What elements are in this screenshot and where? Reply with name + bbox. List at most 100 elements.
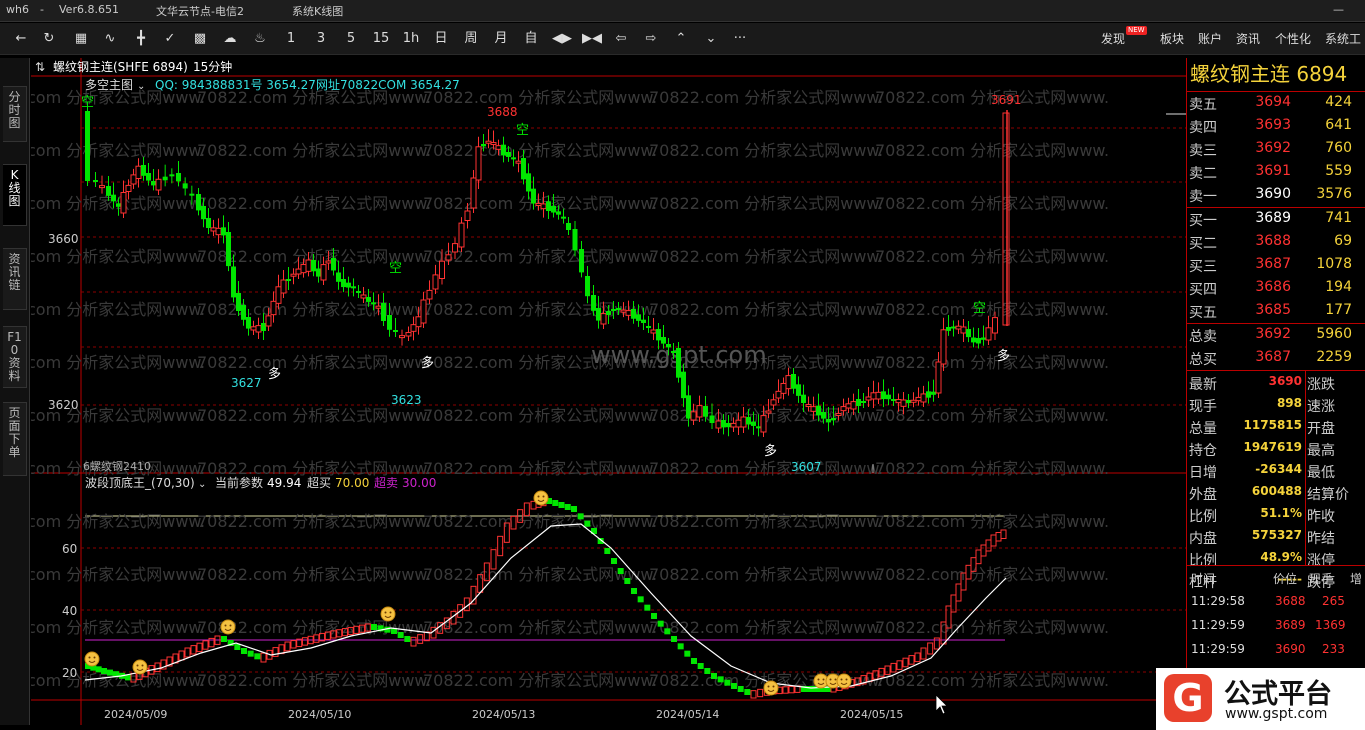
- menu-news[interactable]: 资讯: [1236, 30, 1260, 47]
- candle-body-down: [506, 152, 511, 157]
- sub-indicator-name[interactable]: 波段顶底王_(70,30): [85, 475, 195, 490]
- period-1[interactable]: 1: [282, 29, 300, 49]
- period-5[interactable]: 5: [342, 29, 360, 49]
- line-chart-icon[interactable]: ∿: [101, 29, 119, 49]
- stat-label: 日增: [1189, 465, 1217, 481]
- candle-body-down: [286, 279, 291, 281]
- watermark-text: 70822.com 分析家公式网www.: [423, 141, 657, 160]
- grid-icon[interactable]: ▩: [191, 29, 209, 49]
- bid-row-5[interactable]: 买五 3685 177: [1187, 300, 1365, 323]
- tab-kline[interactable]: K线图: [3, 164, 27, 226]
- ask-row-1[interactable]: 卖一 3690 3576: [1187, 184, 1365, 207]
- cloud-icon[interactable]: ☁: [221, 29, 239, 49]
- ask-label: 卖四: [1189, 120, 1217, 136]
- ask-row-2[interactable]: 卖二 3691 559: [1187, 161, 1365, 184]
- candle-body-down: [531, 188, 536, 204]
- dropdown-icon[interactable]: ⌄: [198, 479, 206, 490]
- candle-body-up: [785, 375, 792, 390]
- bid-volume: 1078: [1316, 256, 1352, 272]
- watermark-text: 70822.com 分析家公式网www.: [423, 671, 657, 690]
- candle-body-down: [751, 421, 756, 426]
- oversell-value: 30.00: [402, 476, 436, 490]
- kline-chart[interactable]: 70822.com 分析家公式网www. 70822.com 分析家公式网www.…: [31, 58, 1186, 725]
- tab-f10[interactable]: F10资料: [3, 326, 27, 388]
- candle-body-up: [280, 279, 287, 294]
- stat-row: 内盘 575327 昨结: [1187, 526, 1365, 548]
- ask-row-5[interactable]: 卖五 3694 424: [1187, 92, 1365, 115]
- down-chevron-icon[interactable]: ⌄: [702, 29, 720, 49]
- period-custom[interactable]: 自: [522, 29, 540, 49]
- chart-area[interactable]: 70822.com 分析家公式网www. 70822.com 分析家公式网www.…: [31, 58, 1186, 725]
- period-day[interactable]: 日: [432, 29, 450, 49]
- dropdown-icon[interactable]: ⌄: [137, 81, 145, 92]
- watermark-text: 70822.com 分析家公式网www.: [875, 618, 1109, 637]
- zoom-out-icon[interactable]: ◀▶: [552, 29, 572, 49]
- candle-body-down: [821, 412, 826, 419]
- high-label: 3688: [487, 105, 518, 119]
- ask-row-3[interactable]: 卖三 3692 760: [1187, 138, 1365, 161]
- draw-tool-icon[interactable]: ✓: [161, 29, 179, 49]
- refresh-icon[interactable]: ↻: [40, 29, 58, 49]
- tab-news-chain[interactable]: 资讯链: [3, 248, 27, 310]
- watermark-text: 70822.com 分析家公式网www.: [649, 247, 883, 266]
- candle-body-up: [915, 396, 922, 402]
- back-icon[interactable]: ←: [12, 29, 30, 49]
- candle-body-up: [125, 184, 132, 193]
- minimize-icon[interactable]: —: [1333, 3, 1344, 16]
- symbol-title[interactable]: 螺纹钢主连(SHFE 6894): [53, 59, 188, 74]
- candle-body-down: [721, 420, 726, 428]
- menu-sector[interactable]: 板块: [1160, 30, 1184, 47]
- period-3[interactable]: 3: [312, 29, 330, 49]
- menu-personalize[interactable]: 个性化: [1275, 30, 1311, 47]
- interval-select[interactable]: 15分钟: [193, 59, 232, 74]
- candle-body-down: [661, 337, 666, 344]
- ask-row-4[interactable]: 卖四 3693 641: [1187, 115, 1365, 138]
- period-15[interactable]: 15: [372, 29, 390, 49]
- indicator-step-down: [657, 620, 664, 627]
- watermark-text: 70822.com 分析家公式网www.: [31, 353, 205, 372]
- right-arrow-icon[interactable]: ⇨: [642, 29, 660, 49]
- bid-row-1[interactable]: 买一 3689 741: [1187, 208, 1365, 231]
- tick-row: 11:29:59 3689 1369: [1191, 618, 1346, 632]
- candle-body-up: [690, 411, 697, 421]
- bid-row-4[interactable]: 买四 3686 194: [1187, 277, 1365, 300]
- link-icon[interactable]: ⇅: [35, 60, 45, 74]
- left-arrow-icon[interactable]: ⇦: [612, 29, 630, 49]
- candle-body-up: [452, 243, 458, 253]
- up-chevron-icon[interactable]: ⌃: [672, 29, 690, 49]
- watermark-text: 70822.com 分析家公式网www.: [31, 141, 205, 160]
- candle-body-down: [566, 223, 571, 230]
- stat-label: 现手: [1189, 399, 1217, 415]
- col-vol: 现手: [1309, 572, 1334, 586]
- period-1h[interactable]: 1h: [402, 29, 420, 49]
- period-month[interactable]: 月: [492, 29, 510, 49]
- stat-right-label: 最低: [1307, 465, 1335, 481]
- period-week[interactable]: 周: [462, 29, 480, 49]
- bid-row-3[interactable]: 买三 3687 1078: [1187, 254, 1365, 277]
- zoom-in-icon[interactable]: ▶◀: [582, 29, 602, 49]
- menu-system[interactable]: 系统工: [1325, 30, 1361, 47]
- indicator-select[interactable]: 多空主图: [85, 78, 133, 92]
- candle-body-up: [290, 273, 297, 277]
- table-icon[interactable]: ▦: [72, 29, 90, 49]
- menu-discover[interactable]: 发现: [1101, 30, 1125, 47]
- stat-value: 1947619: [1243, 440, 1302, 454]
- tab-timeshare[interactable]: 分时图: [3, 86, 27, 142]
- stat-row: [1187, 346, 1365, 368]
- candle-icon[interactable]: ╋: [132, 29, 150, 49]
- candle-body-up: [985, 327, 992, 341]
- watermark-text: 70822.com 分析家公式网www.: [197, 300, 431, 319]
- candle-body-down: [511, 157, 516, 160]
- col-price: 价位: [1273, 572, 1298, 586]
- candle-body-down: [176, 173, 181, 182]
- bid-label: 买三: [1189, 259, 1217, 275]
- indicator-step-up: [896, 660, 903, 670]
- candle-body-up: [810, 406, 817, 412]
- candle-body-up: [155, 178, 162, 191]
- candle-body-down: [189, 193, 195, 196]
- tab-order[interactable]: 页面下单: [3, 402, 27, 476]
- bell-icon[interactable]: ♨: [251, 29, 269, 49]
- menu-account[interactable]: 账户: [1198, 30, 1222, 47]
- more-icon[interactable]: ···: [731, 29, 749, 49]
- bid-row-2[interactable]: 买二 3688 69: [1187, 231, 1365, 254]
